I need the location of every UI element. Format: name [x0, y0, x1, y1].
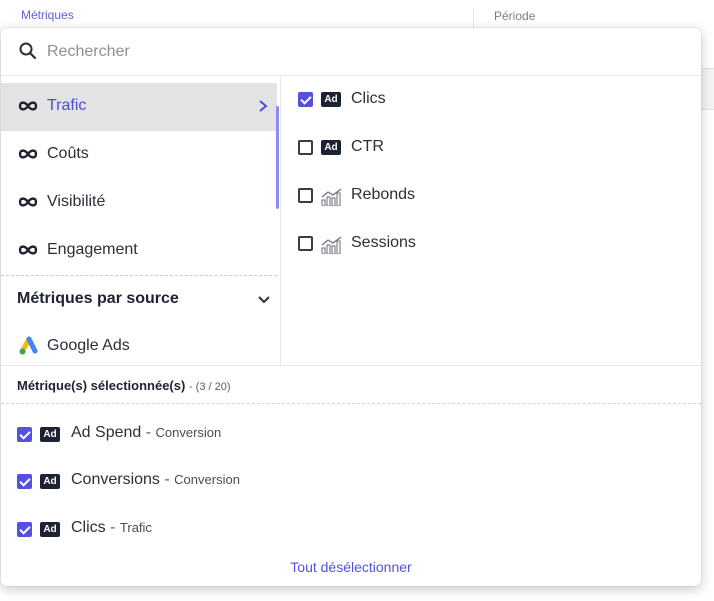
selected-checkbox[interactable] [17, 427, 32, 442]
category-label: Coûts [47, 145, 89, 162]
ad-badge-icon: Ad [40, 474, 60, 489]
selected-item-text: Conversions - Conversion [71, 471, 240, 489]
category-label: Visibilité [47, 193, 106, 210]
category-label: Engagement [47, 241, 138, 258]
selected-heading-text: Métrique(s) sélectionnée(s) [17, 378, 186, 393]
metrics-field-label: Métriques [21, 8, 74, 22]
metric-item-ctr[interactable]: Ad CTR [282, 124, 701, 172]
metric-label: Rebonds [351, 186, 416, 203]
metric-checkbox[interactable] [298, 140, 313, 155]
selected-item-category: Conversion [174, 472, 240, 487]
selected-count: - (3 / 20) [188, 381, 231, 393]
ad-badge-icon: Ad [321, 92, 341, 107]
selected-metrics-heading: Métrique(s) sélectionnée(s) - (3 / 20) [17, 378, 231, 393]
bar-chart-icon [321, 236, 342, 254]
selected-item-category: Conversion [155, 425, 222, 440]
search-icon [19, 42, 37, 60]
metrics-dropdown-panel: Trafic Coûts Visibilité Engagement Métri… [1, 28, 701, 586]
category-item-visibilite[interactable]: Visibilité [1, 179, 277, 227]
metric-item-sessions[interactable]: Sessions [282, 220, 701, 268]
category-item-trafic[interactable]: Trafic [1, 83, 277, 131]
metric-list: Ad Clics Ad CTR Rebonds Sessions [282, 76, 701, 365]
ad-badge-icon: Ad [40, 427, 60, 442]
selected-item-text: Clics - Trafic [71, 519, 152, 537]
selected-checkbox[interactable] [17, 522, 32, 537]
search-bar [1, 28, 701, 76]
google-ads-icon [19, 336, 38, 355]
section-divider [1, 275, 277, 276]
bar-chart-icon [321, 188, 342, 206]
selected-item-category: Trafic [119, 520, 152, 535]
category-scrollbar[interactable] [276, 106, 279, 209]
selected-item-separator: - [110, 519, 116, 536]
selected-item-clics[interactable]: Ad Clics - Trafic [1, 505, 701, 549]
selected-item-conversions[interactable]: Ad Conversions - Conversion [1, 457, 701, 501]
category-list: Trafic Coûts Visibilité Engagement Métri… [1, 76, 281, 365]
selected-item-separator: - [145, 424, 152, 441]
selected-metrics-section: Métrique(s) sélectionnée(s) - (3 / 20) A… [1, 365, 701, 586]
search-input[interactable] [47, 38, 667, 66]
metric-label: Sessions [351, 234, 416, 251]
metric-item-clics[interactable]: Ad Clics [282, 76, 701, 124]
category-item-engagement[interactable]: Engagement [1, 227, 277, 275]
chevron-right-icon [259, 100, 268, 112]
metric-label: Clics [351, 90, 386, 107]
metric-checkbox[interactable] [298, 92, 313, 107]
selected-checkbox[interactable] [17, 474, 32, 489]
selected-item-name: Conversions [71, 471, 160, 488]
infinity-icon [18, 245, 38, 255]
infinity-icon [18, 197, 38, 207]
metric-checkbox[interactable] [298, 188, 313, 203]
metric-label: CTR [351, 138, 384, 155]
source-item-google-ads[interactable]: Google Ads [1, 324, 277, 365]
background-field [700, 68, 714, 110]
category-label: Trafic [47, 97, 87, 114]
infinity-icon [18, 149, 38, 159]
selected-item-separator: - [164, 471, 170, 488]
period-field-label: Période [494, 9, 536, 23]
category-item-couts[interactable]: Coûts [1, 131, 277, 179]
selected-item-name: Clics [71, 519, 106, 536]
metric-checkbox[interactable] [298, 236, 313, 251]
chevron-down-icon[interactable] [257, 295, 271, 305]
field-divider [473, 8, 474, 28]
selected-item-text: Ad Spend - Conversion [71, 424, 221, 442]
ad-badge-icon: Ad [321, 140, 341, 155]
deselect-all-button[interactable]: Tout désélectionner [1, 559, 701, 575]
ad-badge-icon: Ad [40, 522, 60, 537]
infinity-icon [18, 101, 38, 111]
section-divider [1, 403, 701, 404]
source-section-heading: Métriques par source [17, 290, 179, 307]
selected-item-ad-spend[interactable]: Ad Ad Spend - Conversion [1, 410, 701, 454]
selected-item-name: Ad Spend [71, 424, 142, 441]
metric-item-rebonds[interactable]: Rebonds [282, 172, 701, 220]
source-label: Google Ads [47, 337, 130, 354]
